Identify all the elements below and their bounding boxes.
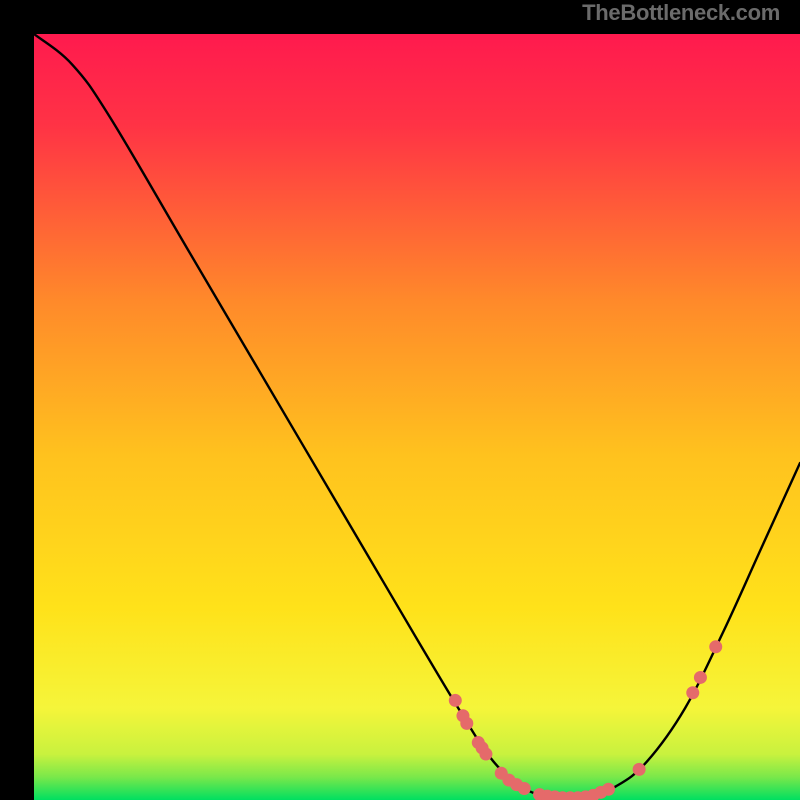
gradient-background bbox=[34, 34, 800, 800]
data-point bbox=[479, 748, 492, 761]
data-point bbox=[460, 717, 473, 730]
data-point bbox=[518, 782, 531, 795]
data-point bbox=[709, 640, 722, 653]
data-point bbox=[449, 694, 462, 707]
data-point bbox=[633, 763, 646, 776]
data-point bbox=[602, 783, 615, 796]
data-point bbox=[686, 686, 699, 699]
plot-frame bbox=[17, 17, 783, 783]
watermark-text: TheBottleneck.com bbox=[582, 0, 780, 26]
data-point bbox=[694, 671, 707, 684]
bottleneck-chart bbox=[34, 34, 800, 800]
